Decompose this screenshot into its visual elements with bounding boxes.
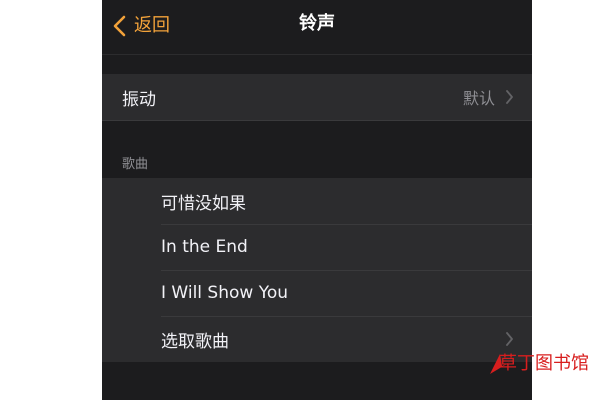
- pick-song-row[interactable]: 选取歌曲: [102, 316, 532, 362]
- navigation-bar: 返回 铃声: [102, 0, 532, 55]
- song-label: 可惜没如果: [161, 193, 246, 214]
- song-list: 可惜没如果 In the End I Will Show You 选取歌曲: [102, 178, 532, 362]
- vibration-label: 振动: [122, 89, 156, 110]
- vibration-value: 默认: [462, 89, 495, 108]
- song-item-1[interactable]: 可惜没如果: [102, 178, 532, 224]
- songs-section-header: 歌曲: [122, 157, 149, 172]
- chevron-right-icon: [506, 332, 513, 346]
- phone-screen: 返回 铃声 振动 默认 歌曲 可惜没如果 In the End I Will S…: [102, 0, 532, 400]
- pick-song-label: 选取歌曲: [161, 331, 229, 352]
- chevron-right-icon: [506, 90, 513, 104]
- page-title: 铃声: [299, 13, 335, 34]
- song-label: I Will Show You: [161, 283, 289, 303]
- song-label: In the End: [161, 237, 248, 257]
- vibration-row[interactable]: 振动 默认: [102, 74, 532, 121]
- song-item-3[interactable]: I Will Show You: [102, 270, 532, 316]
- watermark-text: 草丁图书馆: [499, 353, 589, 374]
- song-item-2[interactable]: In the End: [102, 224, 532, 270]
